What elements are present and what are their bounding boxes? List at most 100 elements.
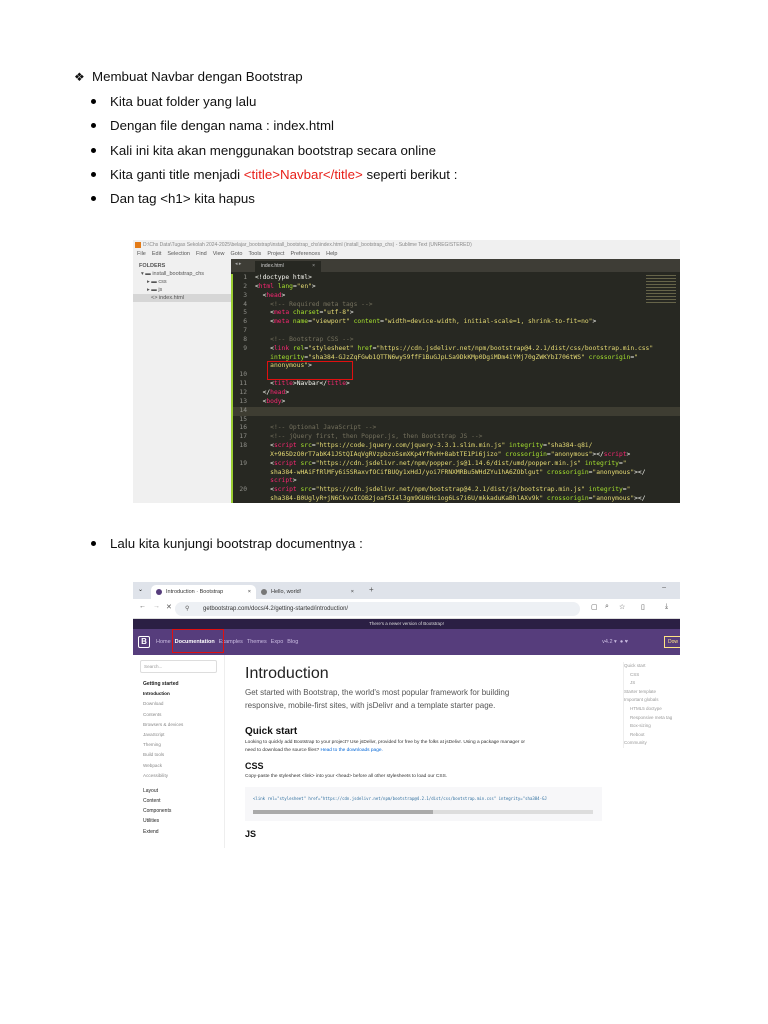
- tab-introduction[interactable]: Introduction · Bootstrap ×: [151, 585, 256, 599]
- site-info-icon[interactable]: ⚲: [185, 602, 189, 616]
- sidebar-group[interactable]: Components: [133, 806, 224, 816]
- close-icon[interactable]: ×: [248, 585, 251, 599]
- toc-link[interactable]: Reboot: [624, 731, 672, 740]
- toc-link[interactable]: Box-sizing: [624, 722, 672, 731]
- code-token: title: [273, 380, 293, 388]
- horizontal-scrollbar[interactable]: [253, 810, 593, 814]
- menu-item-preferences[interactable]: Preferences: [290, 251, 320, 257]
- sidebar-link[interactable]: Build tools: [133, 750, 224, 760]
- toc-link[interactable]: HTML5 doctype: [624, 705, 672, 714]
- tab-arrows-icon[interactable]: ◂ ▸: [235, 261, 241, 267]
- version-banner[interactable]: There's a newer version of Bootstrap!: [133, 619, 680, 629]
- forward-icon[interactable]: →: [153, 603, 160, 610]
- code-token: head: [266, 291, 282, 299]
- download-button[interactable]: Dow: [664, 636, 680, 648]
- code-token: "https://cdn.jsdelivr.net/npm/bootstrap@…: [315, 486, 585, 494]
- menu-item-view[interactable]: View: [213, 251, 225, 257]
- tab-list-icon[interactable]: ⌄: [138, 586, 143, 593]
- code-token: "viewport": [311, 318, 350, 326]
- menu-item-edit[interactable]: Edit: [152, 251, 161, 257]
- stop-icon[interactable]: ✕: [166, 603, 172, 611]
- nav-expo[interactable]: Expo: [271, 639, 284, 645]
- version-dropdown[interactable]: v4.2 ▾: [602, 639, 617, 645]
- menu-item-find[interactable]: Find: [196, 251, 207, 257]
- lead-text: Get started with Bootstrap, the world's …: [245, 688, 510, 710]
- toc-link[interactable]: CSS: [624, 671, 672, 680]
- code-token: integrity: [505, 442, 544, 450]
- window-title: D:\Chs Data\Tugas Sekolah 2024-2025\bela…: [143, 242, 472, 248]
- downloads-link[interactable]: Head to the downloads page.: [320, 748, 382, 753]
- sidebar-link[interactable]: Browsers & devices: [133, 720, 224, 730]
- toc-link[interactable]: Starter template: [624, 688, 672, 697]
- toc-link[interactable]: Important globals: [624, 696, 672, 705]
- extensions-icon[interactable]: ▯: [641, 603, 645, 611]
- sidebar-link[interactable]: Introduction: [133, 689, 224, 699]
- code-token: >: [311, 282, 316, 290]
- bullet-item: Kita ganti title menjadi <title>Navbar</…: [91, 167, 457, 183]
- minimap[interactable]: [646, 273, 676, 303]
- sidebar-link[interactable]: Theming: [133, 740, 224, 750]
- download-icon[interactable]: ⤓: [665, 603, 668, 611]
- sidebar-link[interactable]: Download: [133, 699, 224, 709]
- code-token: integrity: [581, 459, 619, 467]
- github-icon[interactable]: ●: [620, 639, 623, 645]
- sidebar-group[interactable]: Extend: [133, 827, 224, 837]
- code-line: 1 <!doctype html>: [233, 274, 680, 283]
- sidebar-group[interactable]: Utilities: [133, 816, 224, 826]
- close-icon[interactable]: ×: [312, 261, 315, 272]
- nav-home[interactable]: Home: [156, 639, 171, 645]
- toc-link[interactable]: Responsive meta tag: [624, 714, 672, 723]
- star-icon[interactable]: ☆: [619, 603, 625, 611]
- back-icon[interactable]: ←: [139, 603, 146, 610]
- code-token: html: [258, 282, 274, 290]
- sidebar-group[interactable]: Layout: [133, 786, 224, 796]
- url-input[interactable]: ⚲ getbootstrap.com/docs/4.2/getting-start…: [175, 602, 580, 616]
- tree-folder-css[interactable]: ▸ ▬ css: [133, 278, 231, 286]
- close-icon[interactable]: ×: [351, 585, 354, 599]
- code-snippet[interactable]: <link rel="stylesheet" href="https://cdn…: [245, 787, 602, 821]
- code-line: 9 < link rel = "stylesheet" href = "https://c…: [233, 345, 680, 354]
- line-number: 9: [243, 344, 247, 352]
- toc-link[interactable]: Community: [624, 739, 672, 748]
- sidebar-link[interactable]: Accessibility: [133, 771, 224, 781]
- line-number: 6: [243, 318, 247, 326]
- sidebar-group[interactable]: Content: [133, 796, 224, 806]
- tree-folder-root[interactable]: ▾ ▬ install_bootstrap_chs: [133, 270, 231, 278]
- minimize-icon[interactable]: –: [662, 584, 666, 591]
- editor[interactable]: ◂ ▸ index.html × 1 <!doctype html> 2 < html l…: [231, 259, 680, 503]
- sidebar-link[interactable]: Contents: [133, 710, 224, 720]
- toc-link[interactable]: Quick start: [624, 662, 672, 671]
- menu-item-tools[interactable]: Tools: [248, 251, 261, 257]
- menu-item-file[interactable]: File: [137, 251, 146, 257]
- menu-item-goto[interactable]: Goto: [231, 251, 243, 257]
- bullet-text: Dan tag <h1> kita hapus: [110, 191, 255, 206]
- menu-item-help[interactable]: Help: [326, 251, 337, 257]
- sidebar-link[interactable]: Webpack: [133, 761, 224, 771]
- menu-item-project[interactable]: Project: [267, 251, 284, 257]
- tree-file-index[interactable]: <> index.html: [133, 294, 231, 302]
- code-line: script >: [233, 477, 680, 486]
- bootstrap-logo[interactable]: B: [138, 636, 150, 648]
- sidebar-link[interactable]: JavaScript: [133, 730, 224, 740]
- tab-index-html[interactable]: index.html ×: [255, 261, 321, 272]
- search-input[interactable]: Search...: [140, 660, 217, 673]
- tree-folder-js[interactable]: ▸ ▬ js: [133, 286, 231, 294]
- twitter-icon[interactable]: ♥: [625, 639, 628, 645]
- code-token: crossorigin: [543, 495, 589, 503]
- line-number: 17: [239, 433, 247, 441]
- line-number: 13: [239, 397, 247, 405]
- code-token: src: [296, 486, 312, 494]
- code-token: "utf-8": [323, 309, 350, 317]
- menu-item-selection[interactable]: Selection: [167, 251, 190, 257]
- new-tab-icon[interactable]: +: [369, 585, 374, 594]
- zoom-icon[interactable]: ⌕: [605, 603, 609, 611]
- line-number: 18: [239, 442, 247, 450]
- tab-bar: ◂ ▸ index.html ×: [231, 259, 680, 272]
- line-number: [233, 469, 255, 478]
- tab-hello-world[interactable]: Hello, world! ×: [256, 585, 359, 599]
- cast-icon[interactable]: ▢: [591, 603, 598, 611]
- nav-themes[interactable]: Themes: [247, 639, 267, 645]
- nav-blog[interactable]: Blog: [287, 639, 298, 645]
- code-area[interactable]: 1 <!doctype html> 2 < html lang = "en" >3 < head…: [231, 274, 680, 503]
- toc-link[interactable]: JS: [624, 679, 672, 688]
